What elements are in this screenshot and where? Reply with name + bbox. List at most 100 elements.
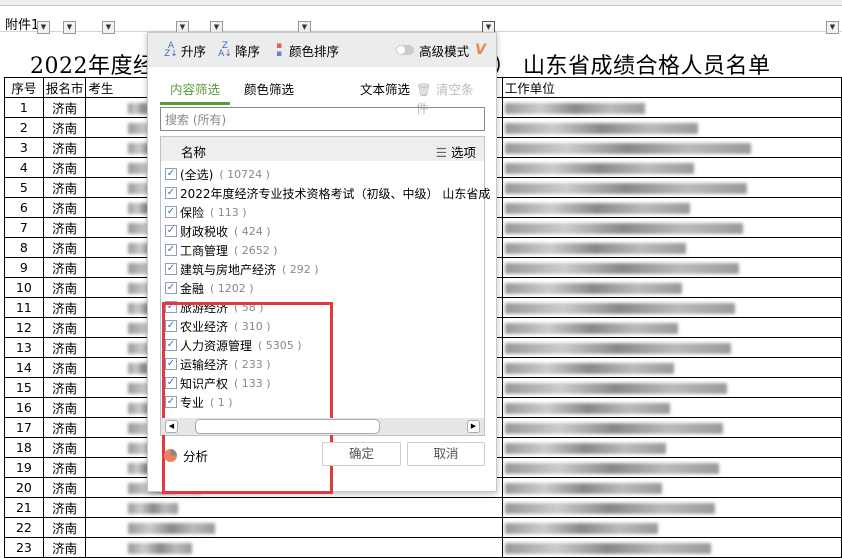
item-count: ( 292 ) — [282, 262, 319, 276]
cell-examinee-redacted — [85, 537, 503, 558]
cell-seq: 18 — [4, 437, 44, 458]
cell-unit-redacted — [501, 537, 842, 558]
highlight-box — [162, 302, 333, 494]
checkbox-checked-icon[interactable]: ✓ — [165, 206, 177, 218]
header-seq: 序号 — [4, 77, 44, 98]
item-count: ( 2652 ) — [234, 243, 278, 257]
cell-seq: 13 — [4, 337, 44, 358]
table-row: 21 济南 — [4, 497, 842, 518]
cell-unit-redacted — [501, 317, 842, 338]
filter-list-item[interactable]: ✓ 工商管理 ( 2652 ) — [165, 241, 278, 259]
cell-seq: 7 — [4, 217, 44, 238]
cell-seq: 9 — [4, 257, 44, 278]
item-label: 2022年度经济专业技术资格考试（初级、中级） 山东省成 — [180, 186, 491, 201]
checkbox-checked-icon[interactable]: ✓ — [165, 282, 177, 294]
item-label: 工商管理 — [180, 243, 229, 258]
cell-unit-redacted — [501, 457, 842, 478]
sort-asc-button[interactable]: A Z↓ 升序 — [164, 41, 206, 60]
scroll-left-icon[interactable]: ◀ — [165, 420, 178, 433]
cell-unit-redacted — [501, 217, 842, 238]
cell-unit-redacted — [501, 117, 842, 138]
item-label: 保险 — [180, 205, 205, 220]
analysis-button[interactable]: 分析 — [164, 446, 208, 465]
filter-list-item[interactable]: ✓ 2022年度经济专业技术资格考试（初级、中级） 山东省成 — [165, 184, 496, 202]
ok-button[interactable]: 确定 — [322, 442, 401, 466]
tab-color-filter[interactable]: 颜色筛选 — [244, 79, 294, 98]
cell-unit-redacted — [501, 437, 842, 458]
cell-city: 济南 — [42, 97, 87, 118]
cell-city: 济南 — [42, 517, 87, 538]
cell-city: 济南 — [42, 397, 87, 418]
filter-dropdown-h[interactable]: ▼ — [826, 21, 839, 34]
filter-dropdown-a[interactable]: ▼ — [37, 21, 50, 34]
filter-dropdown-b[interactable]: ▼ — [63, 21, 76, 34]
cell-seq: 20 — [4, 477, 44, 498]
value-list: 名称 ☰ 选项 ✓ (全选)( 10724 ) ✓ 2022年度经济专业技术资格考试（… — [160, 136, 490, 494]
cell-unit-redacted — [501, 137, 842, 158]
scroll-thumb[interactable] — [195, 419, 380, 434]
checkbox-checked-icon[interactable]: ✓ — [165, 225, 177, 237]
cell-unit-redacted — [501, 477, 842, 498]
cell-examinee-redacted — [85, 497, 503, 518]
tab-content-filter[interactable]: 内容筛选 — [160, 79, 231, 105]
cell-unit-redacted — [501, 337, 842, 358]
scroll-right-icon[interactable]: ▶ — [467, 420, 480, 433]
cell-city: 济南 — [42, 177, 87, 198]
filter-row: 附件1 ▼ ▼ ▼ ▼ ▼ ▼ ▼ ▼ — [0, 6, 842, 34]
cell-seq: 22 — [4, 517, 44, 538]
cell-city: 济南 — [42, 497, 87, 518]
checkbox-checked-icon[interactable]: ✓ — [165, 244, 177, 256]
cell-city: 济南 — [42, 237, 87, 258]
sort-desc-icon: Z A↓ — [218, 41, 232, 59]
search-input[interactable]: 搜索 (所有) — [160, 107, 485, 131]
cell-city: 济南 — [42, 337, 87, 358]
list-header: 名称 ☰ 选项 — [161, 137, 484, 161]
options-button[interactable]: ☰ 选项 — [436, 142, 476, 161]
pie-chart-icon — [164, 449, 177, 462]
filter-list-item[interactable]: ✓ (全选) ( 10724 ) — [165, 165, 270, 183]
cell-unit-redacted — [501, 397, 842, 418]
cell-unit-redacted — [501, 417, 842, 438]
filter-list-item[interactable]: ✓ 金融 ( 1202 ) — [165, 279, 254, 297]
checkbox-checked-icon[interactable]: ✓ — [165, 263, 177, 275]
cell-seq: 12 — [4, 317, 44, 338]
header-city: 报名市 — [42, 77, 87, 98]
cell-city: 济南 — [42, 217, 87, 238]
cell-unit-redacted — [501, 357, 842, 378]
cell-seq: 15 — [4, 377, 44, 398]
item-count: ( 10724 ) — [219, 167, 270, 181]
item-count: ( 113 ) — [210, 205, 247, 219]
cell-seq: 2 — [4, 117, 44, 138]
cell-city: 济南 — [42, 477, 87, 498]
checkbox-checked-icon[interactable]: ✓ — [165, 168, 177, 180]
cell-seq: 16 — [4, 397, 44, 418]
horizontal-scrollbar[interactable]: ◀ ▶ — [161, 418, 484, 435]
filter-list-item[interactable]: ✓ 财政税收 ( 424 ) — [165, 222, 271, 240]
options-icon: ☰ — [435, 145, 447, 160]
cancel-button[interactable]: 取消 — [407, 442, 485, 466]
cell-seq: 6 — [4, 197, 44, 218]
filter-popup: A Z↓ 升序 Z A↓ 降序 ▪ ▪ 颜色排序 高级模式 V 内容筛选 颜色筛选 文本筛选… — [147, 32, 497, 494]
cell-unit-redacted — [501, 497, 842, 518]
cell-unit-redacted — [501, 97, 842, 118]
filter-cell-label: 附件1 — [5, 18, 40, 33]
cell-city: 济南 — [42, 537, 87, 558]
color-sort-icon: ▪ ▪ — [275, 41, 283, 59]
color-sort-button[interactable]: ▪ ▪ 颜色排序 — [272, 41, 339, 60]
filter-dropdown-c[interactable]: ▼ — [102, 21, 115, 34]
sort-toolbar: A Z↓ 升序 Z A↓ 降序 ▪ ▪ 颜色排序 高级模式 V — [148, 33, 496, 67]
advanced-mode-toggle[interactable] — [396, 45, 415, 55]
cell-city: 济南 — [42, 317, 87, 338]
cell-seq: 4 — [4, 157, 44, 178]
cell-seq: 8 — [4, 237, 44, 258]
filter-list-item[interactable]: ✓ 建筑与房地产经济 ( 292 ) — [165, 260, 319, 278]
item-label: 财政税收 — [180, 224, 229, 239]
cell-seq: 14 — [4, 357, 44, 378]
tab-text-filter[interactable]: 文本筛选 — [360, 79, 410, 98]
cell-city: 济南 — [42, 257, 87, 278]
filter-list-item[interactable]: ✓ 保险 ( 113 ) — [165, 203, 247, 221]
cell-seq: 19 — [4, 457, 44, 478]
cell-city: 济南 — [42, 357, 87, 378]
sort-desc-button[interactable]: Z A↓ 降序 — [218, 41, 260, 60]
checkbox-checked-icon[interactable]: ✓ — [165, 187, 177, 199]
